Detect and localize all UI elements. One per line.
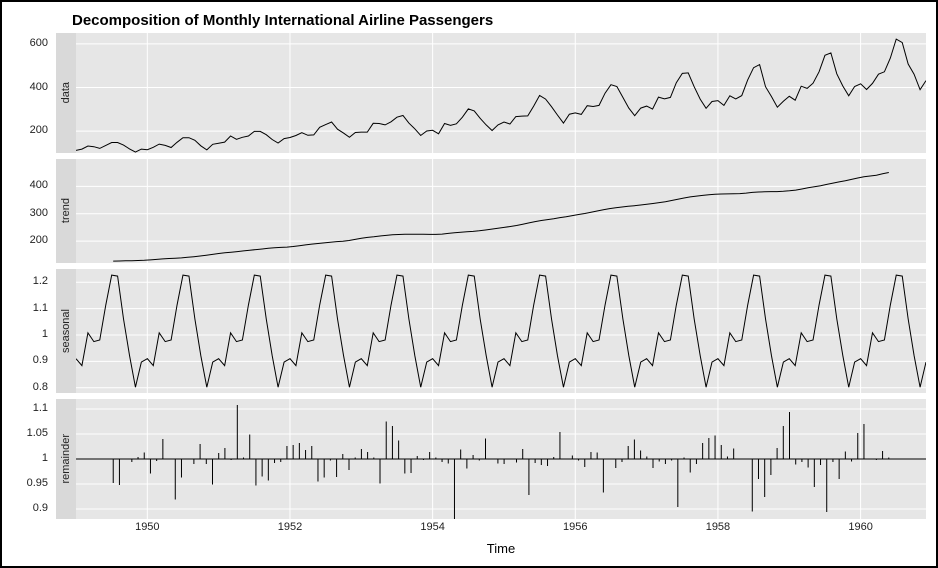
y-tick: 400 xyxy=(30,82,52,93)
panel-strip-label: seasonal xyxy=(56,269,76,393)
y-tick: 1.1 xyxy=(33,303,52,314)
y-tick: 300 xyxy=(30,208,52,219)
y-axis-ticks: 200 400 600 xyxy=(12,33,56,153)
plot-remainder xyxy=(76,399,926,519)
plot-trend xyxy=(76,159,926,263)
chart-title: Decomposition of Monthly International A… xyxy=(72,12,926,29)
plot-data xyxy=(76,33,926,153)
y-tick: 1.2 xyxy=(33,276,52,287)
x-tick: 1956 xyxy=(563,521,587,533)
y-tick: 1.05 xyxy=(27,428,52,439)
panel-remainder: 0.9 0.95 1 1.05 1.1 remainder xyxy=(12,399,926,519)
x-tick: 1954 xyxy=(420,521,444,533)
decomposition-figure: Decomposition of Monthly International A… xyxy=(0,0,938,568)
y-tick: 400 xyxy=(30,180,52,191)
x-axis-ticks: 1950 1952 1954 1956 1958 1960 xyxy=(76,521,926,539)
x-tick: 1952 xyxy=(278,521,302,533)
x-tick: 1960 xyxy=(848,521,872,533)
panel-strip-label: remainder xyxy=(56,399,76,519)
y-axis-ticks: 200 300 400 xyxy=(12,159,56,263)
y-tick: 600 xyxy=(30,38,52,49)
y-tick: 1.1 xyxy=(33,403,52,414)
y-tick: 0.8 xyxy=(33,382,52,393)
y-tick: 1 xyxy=(42,329,52,340)
panel-data: 200 400 600 data xyxy=(12,33,926,153)
plot-seasonal xyxy=(76,269,926,393)
y-tick: 200 xyxy=(30,235,52,246)
panel-trend: 200 300 400 trend xyxy=(12,159,926,263)
panel-strip-label: data xyxy=(56,33,76,153)
y-tick: 0.95 xyxy=(27,478,52,489)
panel-seasonal: 0.8 0.9 1 1.1 1.2 seasonal xyxy=(12,269,926,393)
y-axis-ticks: 0.9 0.95 1 1.05 1.1 xyxy=(12,399,56,519)
panel-strip-label: trend xyxy=(56,159,76,263)
x-tick: 1958 xyxy=(706,521,730,533)
y-tick: 200 xyxy=(30,125,52,136)
y-tick: 1 xyxy=(42,453,52,464)
x-axis: 1950 1952 1954 1956 1958 1960 xyxy=(12,521,926,539)
chart-panels: 200 400 600 data 200 300 400 trend 0.8 0.9 1 1.1 1.2… xyxy=(12,33,926,519)
y-tick: 0.9 xyxy=(33,355,52,366)
y-axis-ticks: 0.8 0.9 1 1.1 1.2 xyxy=(12,269,56,393)
x-tick: 1950 xyxy=(135,521,159,533)
x-axis-label: Time xyxy=(12,541,926,556)
y-tick: 0.9 xyxy=(33,503,52,514)
